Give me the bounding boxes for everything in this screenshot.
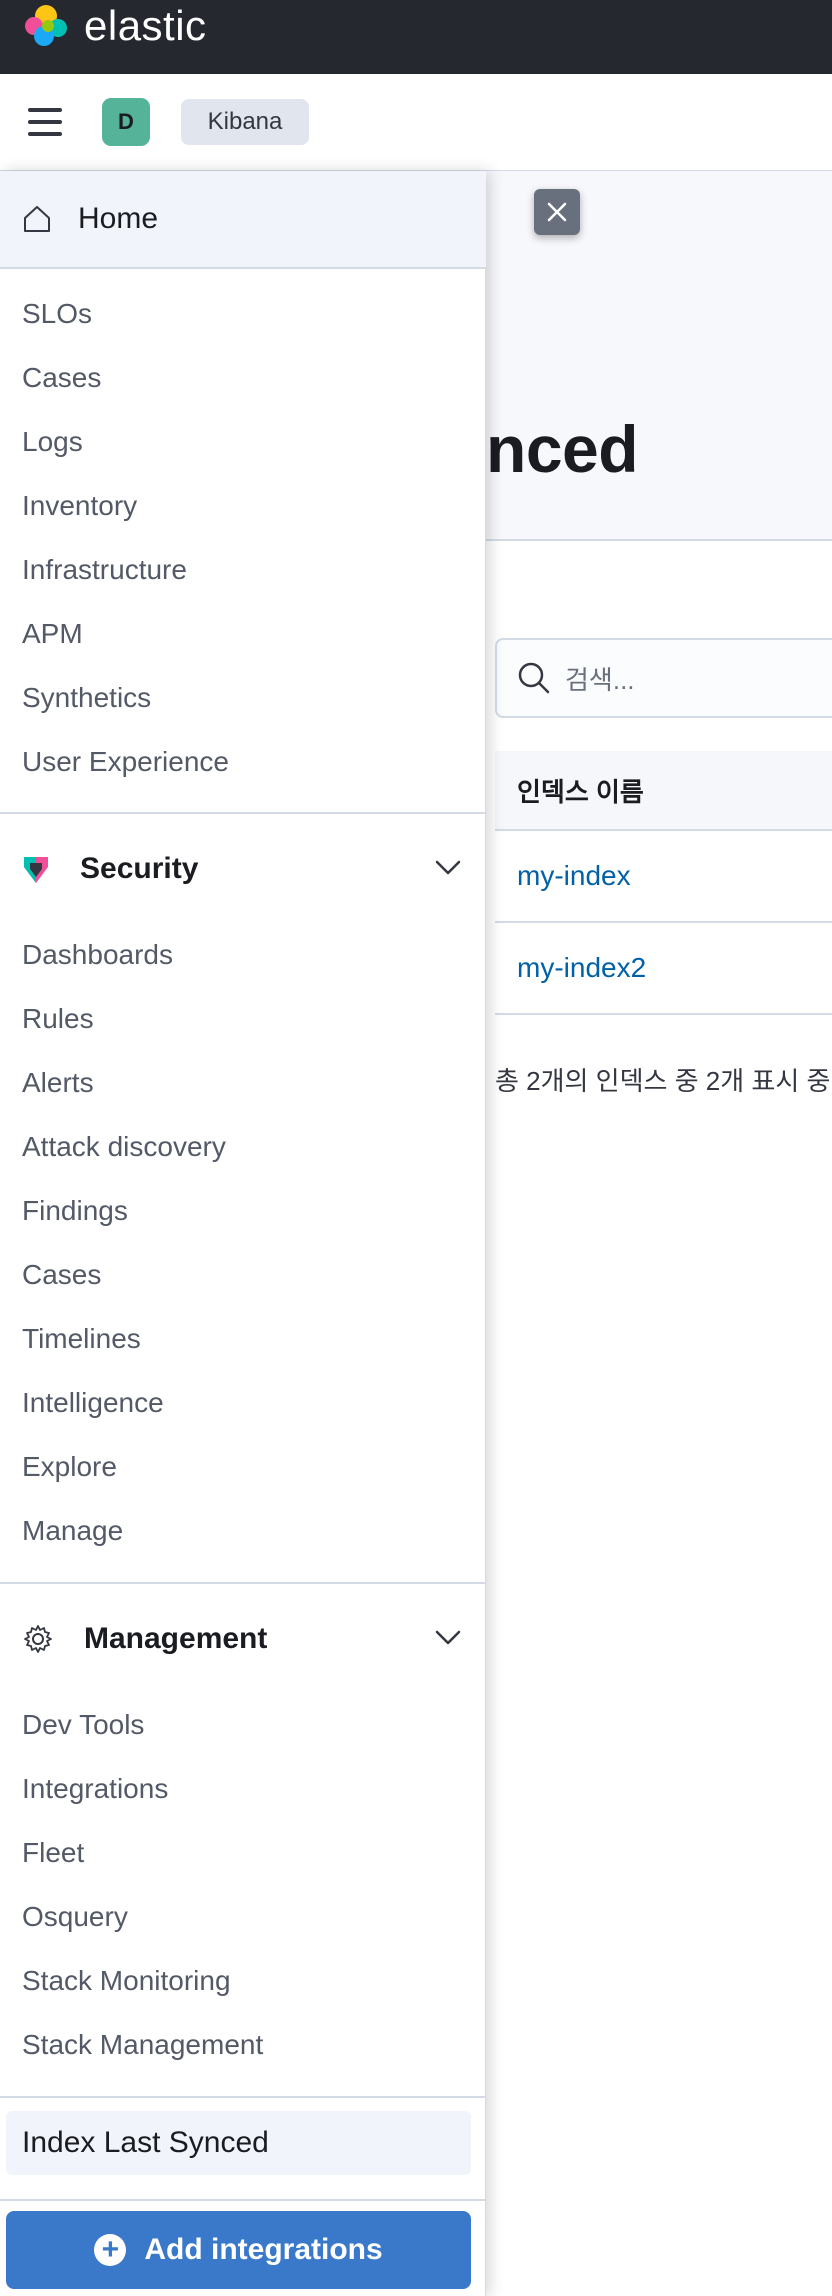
nav-item-osquery[interactable]: Osquery: [22, 1901, 128, 1933]
page-title: nced: [486, 412, 639, 486]
search-input[interactable]: 검색...: [495, 638, 832, 718]
secondary-header: D Kibana: [0, 74, 832, 171]
nav-item-dashboards[interactable]: Dashboards: [22, 939, 173, 971]
nav-item-cases[interactable]: Cases: [22, 362, 101, 394]
index-link[interactable]: my-index: [517, 860, 631, 892]
close-button[interactable]: [534, 189, 580, 235]
nav-item-infrastructure[interactable]: Infrastructure: [22, 554, 187, 586]
nav-group-management-label: Management: [84, 1622, 268, 1655]
nav-home-label: Home: [78, 202, 159, 235]
nav-item-fleet[interactable]: Fleet: [22, 1837, 84, 1869]
divider: [0, 2199, 486, 2201]
nav-home[interactable]: Home: [0, 171, 486, 269]
nav-group-security-label: Security: [80, 852, 199, 885]
nav-item-intelligence[interactable]: Intelligence: [22, 1387, 164, 1419]
nav-item-manage[interactable]: Manage: [22, 1515, 123, 1547]
divider: [0, 1582, 486, 1584]
gear-icon: [24, 1625, 52, 1653]
security-logo-icon: [24, 857, 48, 883]
page-header: nced: [486, 171, 832, 541]
nav-group-security[interactable]: Security: [22, 844, 462, 894]
close-icon: [547, 202, 567, 222]
nav-item-rules[interactable]: Rules: [22, 1003, 94, 1035]
nav-item-stack-management[interactable]: Stack Management: [22, 2029, 263, 2061]
table-column-header[interactable]: 인덱스 이름: [495, 751, 832, 831]
nav-item-slos[interactable]: SLOs: [22, 298, 92, 330]
table-row[interactable]: my-index2: [495, 923, 832, 1015]
nav-item-synthetics[interactable]: Synthetics: [22, 682, 151, 714]
chevron-down-icon[interactable]: [434, 856, 462, 878]
side-navigation: Home SLOs Cases Logs Inventory Infrastru…: [0, 171, 486, 2296]
nav-item-stack-monitoring[interactable]: Stack Monitoring: [22, 1965, 231, 1997]
nav-item-cases-security[interactable]: Cases: [22, 1259, 101, 1291]
table-row[interactable]: my-index: [495, 831, 832, 923]
nav-item-findings[interactable]: Findings: [22, 1195, 128, 1227]
chevron-down-icon[interactable]: [434, 1626, 462, 1648]
home-icon: [24, 206, 50, 232]
nav-item-logs[interactable]: Logs: [22, 426, 83, 458]
nav-item-inventory[interactable]: Inventory: [22, 490, 137, 522]
top-bar: elastic: [0, 0, 832, 74]
plus-circle-icon: +: [94, 2234, 127, 2266]
search-icon: [518, 662, 550, 694]
nav-item-alerts[interactable]: Alerts: [22, 1067, 94, 1099]
space-avatar[interactable]: D: [102, 98, 150, 146]
nav-item-attack-discovery[interactable]: Attack discovery: [22, 1131, 226, 1163]
search-placeholder: 검색...: [565, 664, 635, 695]
nav-item-explore[interactable]: Explore: [22, 1451, 117, 1483]
nav-item-timelines[interactable]: Timelines: [22, 1323, 141, 1355]
nav-item-apm[interactable]: APM: [22, 618, 83, 650]
pagination-text: 총 2개의 인덱스 중 2개 표시 중: [495, 1066, 831, 1096]
index-link[interactable]: my-index2: [517, 952, 646, 984]
divider: [0, 812, 486, 814]
add-integrations-label: Add integrations: [144, 2233, 383, 2266]
nav-item-dev-tools[interactable]: Dev Tools: [22, 1709, 144, 1741]
breadcrumb-kibana[interactable]: Kibana: [181, 99, 309, 145]
elastic-logo[interactable]: elastic: [22, 2, 207, 50]
nav-group-management[interactable]: Management: [22, 1614, 462, 1664]
add-integrations-button[interactable]: + Add integrations: [6, 2211, 471, 2289]
elastic-logo-icon: [25, 5, 67, 46]
nav-item-user-experience[interactable]: User Experience: [22, 746, 229, 778]
divider: [0, 2096, 486, 2098]
menu-toggle-button[interactable]: [28, 108, 62, 136]
main-content: nced 검색... 인덱스 이름 my-index my-index2 총 2…: [486, 171, 832, 2296]
recent-item[interactable]: Index Last Synced: [6, 2111, 471, 2175]
brand-name: elastic: [84, 2, 207, 49]
nav-item-integrations[interactable]: Integrations: [22, 1773, 168, 1805]
